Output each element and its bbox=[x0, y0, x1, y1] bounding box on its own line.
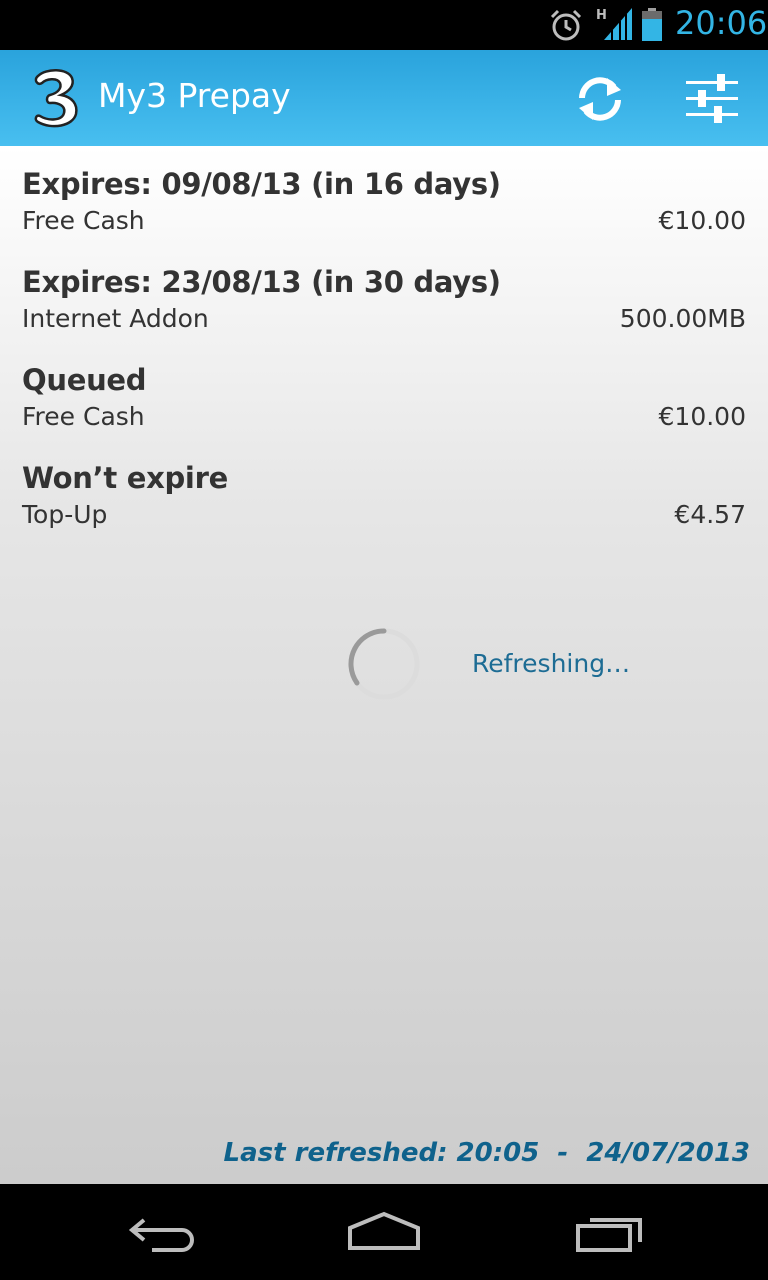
loading-spinner-icon bbox=[348, 628, 420, 700]
refreshing-status: Refreshing… bbox=[472, 649, 631, 678]
battery-icon bbox=[642, 8, 662, 41]
three-logo-icon bbox=[34, 69, 78, 128]
balance-label: Free Cash bbox=[22, 206, 145, 235]
settings-sliders-icon[interactable] bbox=[684, 72, 740, 126]
status-bar: H 20:06 bbox=[0, 0, 768, 50]
signal-icon: H bbox=[596, 8, 632, 40]
alarm-icon bbox=[550, 9, 582, 41]
balance-value: €4.57 bbox=[674, 500, 746, 529]
balances-panel: Expires: 09/08/13 (in 16 days) Free Cash… bbox=[0, 146, 768, 1184]
recent-apps-icon[interactable] bbox=[574, 1208, 646, 1256]
balance-heading: Queued bbox=[22, 363, 147, 397]
balance-label: Free Cash bbox=[22, 402, 145, 431]
action-bar: My3 Prepay bbox=[0, 50, 768, 146]
balance-heading: Expires: 09/08/13 (in 16 days) bbox=[22, 167, 501, 201]
balance-label: Top-Up bbox=[22, 500, 108, 529]
balance-heading: Expires: 23/08/13 (in 30 days) bbox=[22, 265, 501, 299]
balance-group: Won’t expire Top-Up €4.57 bbox=[22, 460, 746, 532]
navigation-bar bbox=[0, 1184, 768, 1280]
home-icon[interactable] bbox=[346, 1208, 422, 1256]
balance-label: Internet Addon bbox=[22, 304, 209, 333]
balance-value: €10.00 bbox=[658, 402, 746, 431]
network-type-label: H bbox=[596, 8, 607, 23]
app-title: My3 Prepay bbox=[98, 76, 291, 115]
balance-row: Free Cash €10.00 bbox=[22, 204, 746, 238]
back-icon[interactable] bbox=[122, 1208, 196, 1256]
balance-heading: Won’t expire bbox=[22, 461, 228, 495]
balance-value: 500.00MB bbox=[619, 304, 746, 333]
balance-value: €10.00 bbox=[658, 206, 746, 235]
status-time: 20:06 bbox=[675, 4, 768, 42]
last-refreshed-timestamp: Last refreshed: 20:05 - 24/07/2013 bbox=[223, 1138, 750, 1168]
balance-row: Internet Addon 500.00MB bbox=[22, 302, 746, 336]
balance-group: Expires: 09/08/13 (in 16 days) Free Cash… bbox=[22, 166, 746, 238]
balance-group: Queued Free Cash €10.00 bbox=[22, 362, 746, 434]
refresh-icon[interactable] bbox=[573, 72, 627, 126]
balance-group: Expires: 23/08/13 (in 30 days) Internet … bbox=[22, 264, 746, 336]
balance-row: Free Cash €10.00 bbox=[22, 400, 746, 434]
balance-row: Top-Up €4.57 bbox=[22, 498, 746, 532]
